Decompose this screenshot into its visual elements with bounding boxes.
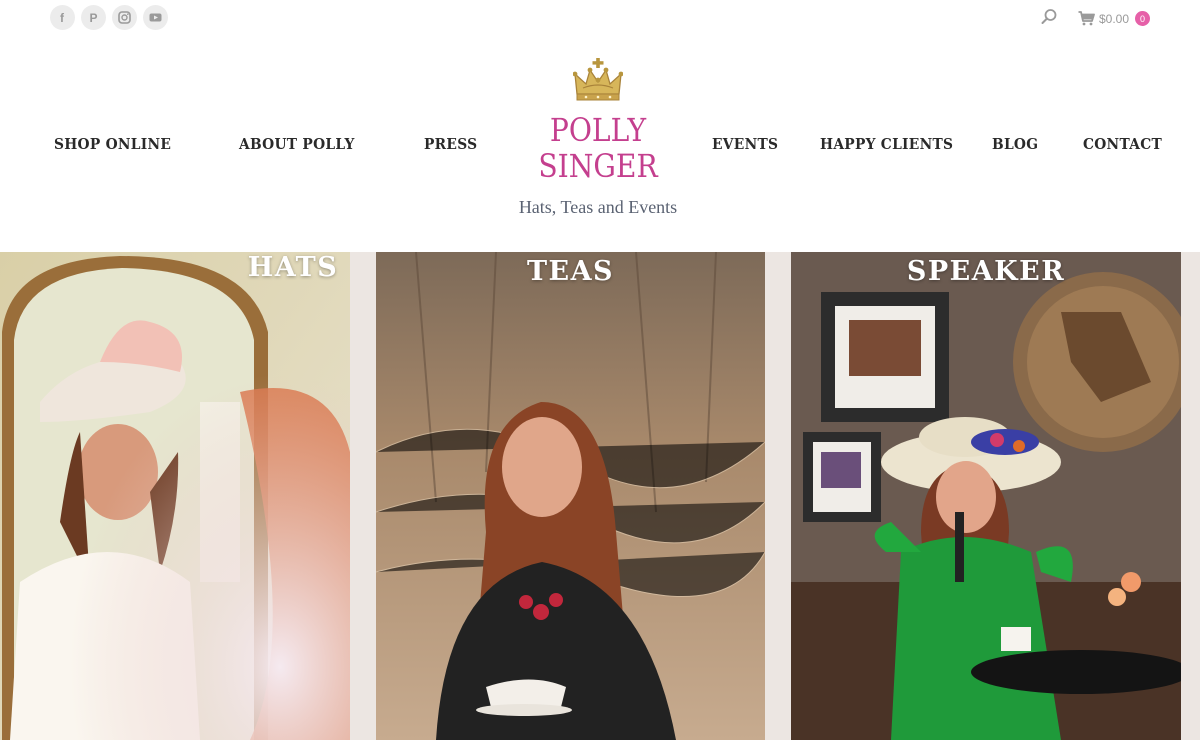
site-tagline: Hats, Teas and Events — [518, 197, 678, 217]
svg-text:P: P — [90, 11, 98, 24]
svg-text:f: f — [60, 11, 65, 24]
teas-panel[interactable]: TEAS — [376, 252, 765, 740]
search-icon[interactable] — [1041, 8, 1058, 29]
speaker-photo — [791, 252, 1181, 740]
youtube-icon[interactable] — [143, 5, 168, 30]
speaker-title: SPEAKER — [906, 256, 1066, 287]
header-tools: $0.00 0 — [1041, 8, 1150, 29]
hats-title: HATS — [247, 252, 339, 283]
logo-line-1: POLLY — [549, 111, 647, 149]
logo-line-2: SINGER — [538, 147, 658, 185]
pinterest-icon[interactable]: P — [81, 5, 106, 30]
speaker-panel[interactable]: SPEAKER — [791, 252, 1181, 740]
facebook-icon[interactable]: f — [50, 5, 75, 30]
teas-title: TEAS — [526, 256, 615, 287]
featured-gallery: HATS TEAS SPEAKER — [0, 252, 1200, 740]
hats-panel[interactable]: HATS — [0, 252, 350, 740]
cart-icon — [1078, 11, 1095, 26]
crown-icon — [573, 58, 623, 101]
cart-count-badge: 0 — [1135, 11, 1150, 26]
social-links: f P — [50, 5, 168, 30]
teas-photo — [376, 252, 765, 740]
hats-photo — [0, 252, 350, 740]
cart-button[interactable]: $0.00 0 — [1078, 11, 1150, 26]
instagram-icon[interactable] — [112, 5, 137, 30]
cart-total: $0.00 — [1098, 11, 1129, 26]
